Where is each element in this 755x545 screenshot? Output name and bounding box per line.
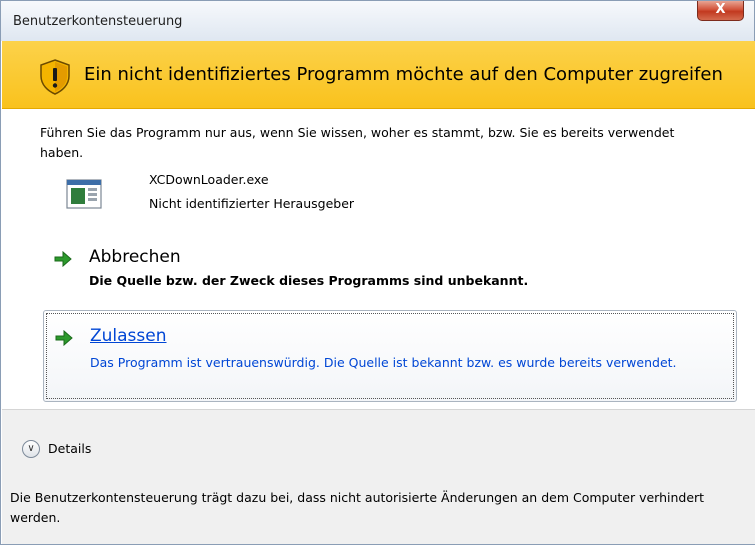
allow-title[interactable]: Zulassen bbox=[90, 326, 167, 346]
cancel-description: Die Quelle bzw. der Zweck dieses Program… bbox=[89, 273, 529, 288]
warning-banner: Ein nicht identifiziertes Programm möcht… bbox=[2, 41, 755, 109]
uac-shield-icon bbox=[40, 59, 70, 95]
title-bar: Benutzerkontensteuerung X bbox=[1, 1, 754, 41]
details-bar: ∨ Details bbox=[2, 409, 755, 479]
intro-text: Führen Sie das Programm nur aus, wenn Si… bbox=[40, 125, 675, 160]
close-button[interactable]: X bbox=[697, 1, 744, 21]
green-arrow-icon bbox=[55, 330, 73, 346]
dialog-content: Führen Sie das Programm nur aus, wenn Si… bbox=[2, 109, 755, 409]
program-name: XCDownLoader.exe bbox=[149, 172, 269, 187]
cancel-title[interactable]: Abbrechen bbox=[89, 247, 181, 267]
footer: Die Benutzerkontensteuerung trägt dazu b… bbox=[2, 478, 755, 544]
chevron-down-circle-icon[interactable]: ∨ bbox=[22, 440, 40, 458]
uac-dialog: Benutzerkontensteuerung X Ein nicht iden… bbox=[0, 0, 755, 545]
application-icon bbox=[66, 179, 102, 209]
banner-message: Ein nicht identifiziertes Programm möcht… bbox=[84, 64, 723, 85]
footer-text: Die Benutzerkontensteuerung trägt dazu b… bbox=[10, 490, 705, 525]
allow-description: Das Programm ist vertrauenswürdig. Die Q… bbox=[90, 355, 677, 370]
window-title: Benutzerkontensteuerung bbox=[13, 14, 183, 29]
program-publisher: Nicht identifizierter Herausgeber bbox=[149, 196, 355, 211]
allow-option[interactable]: Zulassen Das Programm ist vertrauenswürd… bbox=[43, 310, 737, 402]
green-arrow-icon bbox=[54, 251, 72, 267]
details-toggle[interactable]: Details bbox=[48, 441, 91, 456]
